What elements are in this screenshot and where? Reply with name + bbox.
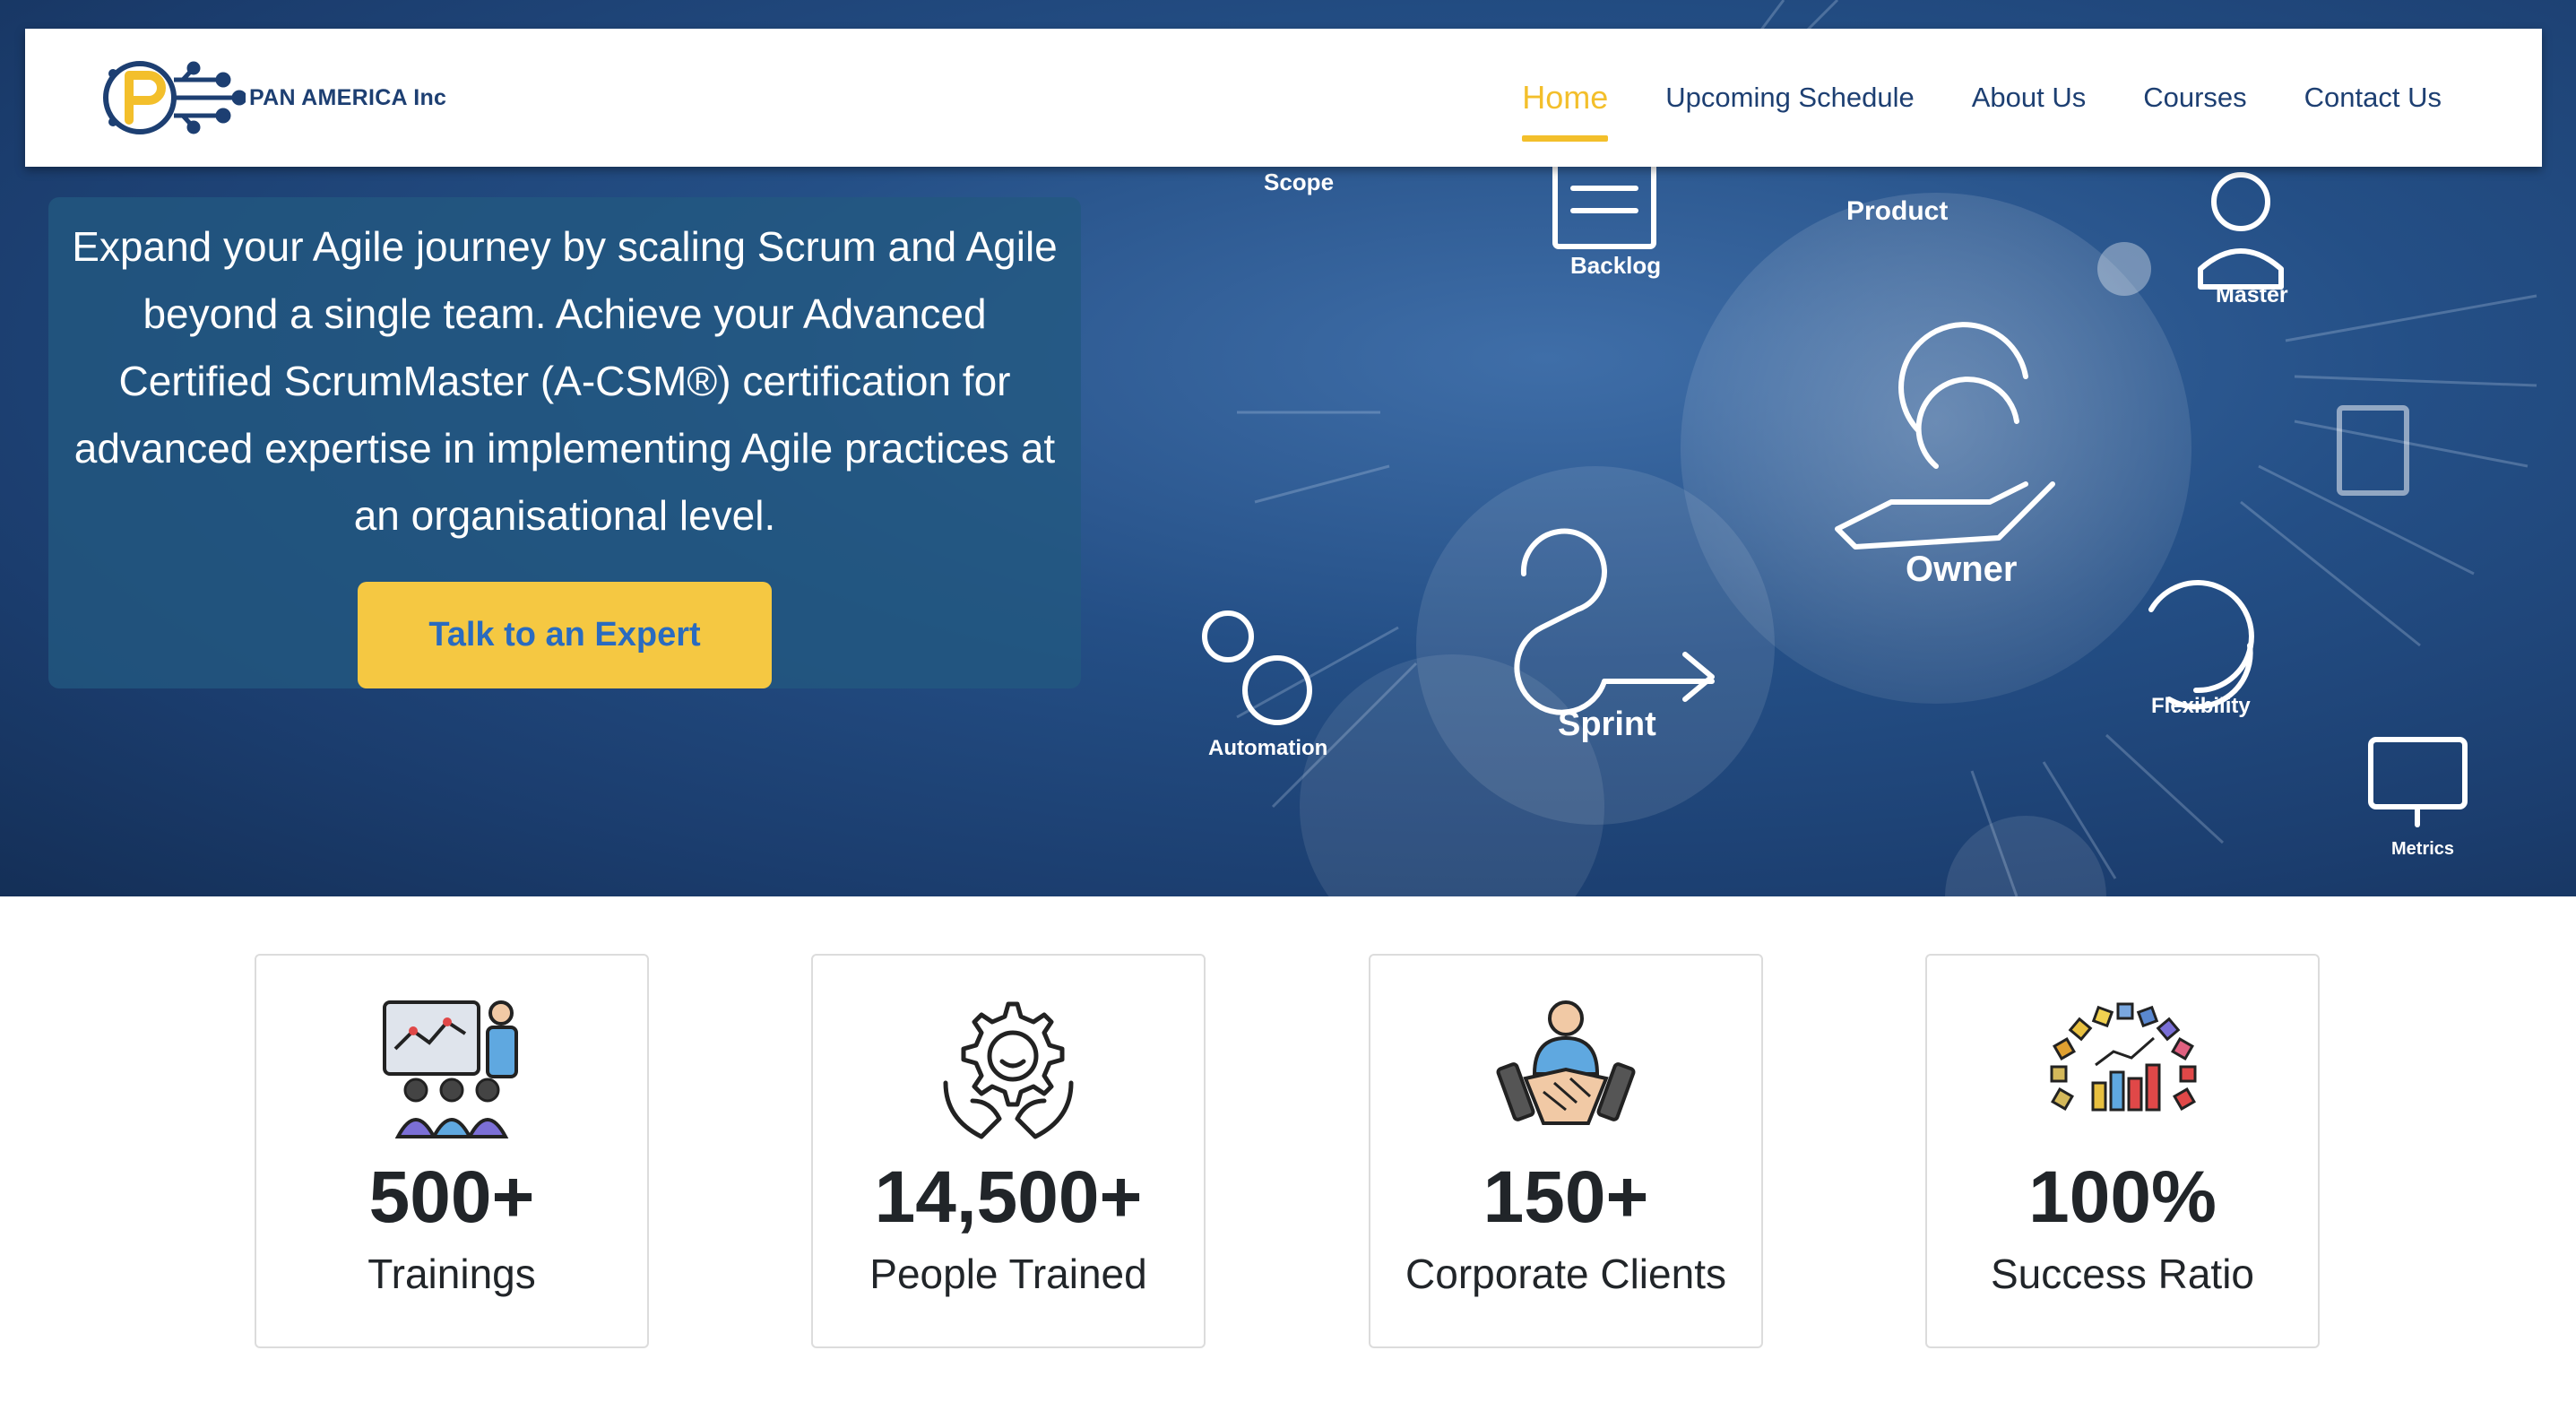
art-label-sprint: Sprint — [1558, 706, 1656, 743]
stat-card-success-ratio: 100% Success Ratio — [1925, 954, 2320, 1348]
stat-label: Corporate Clients — [1405, 1251, 1726, 1297]
art-label-master: Master — [2216, 282, 2288, 307]
stats-section: 500+ Trainings 14,500+ People Trained 15… — [0, 896, 2576, 1411]
training-presentation-icon — [383, 1000, 518, 1138]
art-label-scope: Scope — [1264, 169, 1334, 195]
stat-value: 150+ — [1482, 1156, 1649, 1238]
art-label-flexibility: Flexibility — [2151, 694, 2251, 718]
person-gear-hands-icon — [943, 1001, 1074, 1139]
stat-label: Success Ratio — [1990, 1251, 2254, 1297]
stat-value: 500+ — [368, 1156, 535, 1238]
art-label-automation: Automation — [1208, 736, 1327, 760]
art-label-product: Product — [1846, 196, 1948, 226]
art-label-metrics: Metrics — [2391, 839, 2454, 859]
stat-card-corporate-clients: 150+ Corporate Clients — [1369, 954, 1763, 1348]
brand-name: PAN AMERICA Inc — [249, 84, 447, 110]
nav-about-us[interactable]: About Us — [1943, 29, 2115, 167]
nav-upcoming-schedule[interactable]: Upcoming Schedule — [1637, 29, 1942, 167]
nav-courses[interactable]: Courses — [2114, 29, 2275, 167]
stat-card-people-trained: 14,500+ People Trained — [811, 954, 1206, 1348]
brand-logo-link[interactable]: PAN AMERICA Inc — [93, 48, 446, 147]
brand-logo-icon — [103, 61, 246, 134]
main-nav: Home Upcoming Schedule About Us Courses … — [1493, 29, 2470, 167]
stat-value: 100% — [2028, 1156, 2217, 1238]
gauge-chart-icon — [2050, 1002, 2197, 1112]
hero-card: Expand your Agile journey by scaling Scr… — [48, 197, 1081, 688]
stat-card-trainings: 500+ Trainings — [255, 954, 649, 1348]
handshake-icon — [1496, 1000, 1636, 1125]
stat-label: Trainings — [367, 1251, 536, 1297]
hero-text: Expand your Agile journey by scaling Scr… — [72, 223, 1058, 539]
top-navbar: PAN AMERICA Inc Home Upcoming Schedule A… — [25, 29, 2542, 167]
nav-home[interactable]: Home — [1493, 29, 1637, 167]
stat-label: People Trained — [869, 1251, 1147, 1297]
stat-value: 14,500+ — [874, 1156, 1143, 1238]
art-label-backlog: Backlog — [1570, 252, 1661, 279]
art-label-owner: Owner — [1906, 550, 2017, 589]
nav-contact-us[interactable]: Contact Us — [2276, 29, 2470, 167]
talk-to-expert-button[interactable]: Talk to an Expert — [358, 582, 772, 688]
